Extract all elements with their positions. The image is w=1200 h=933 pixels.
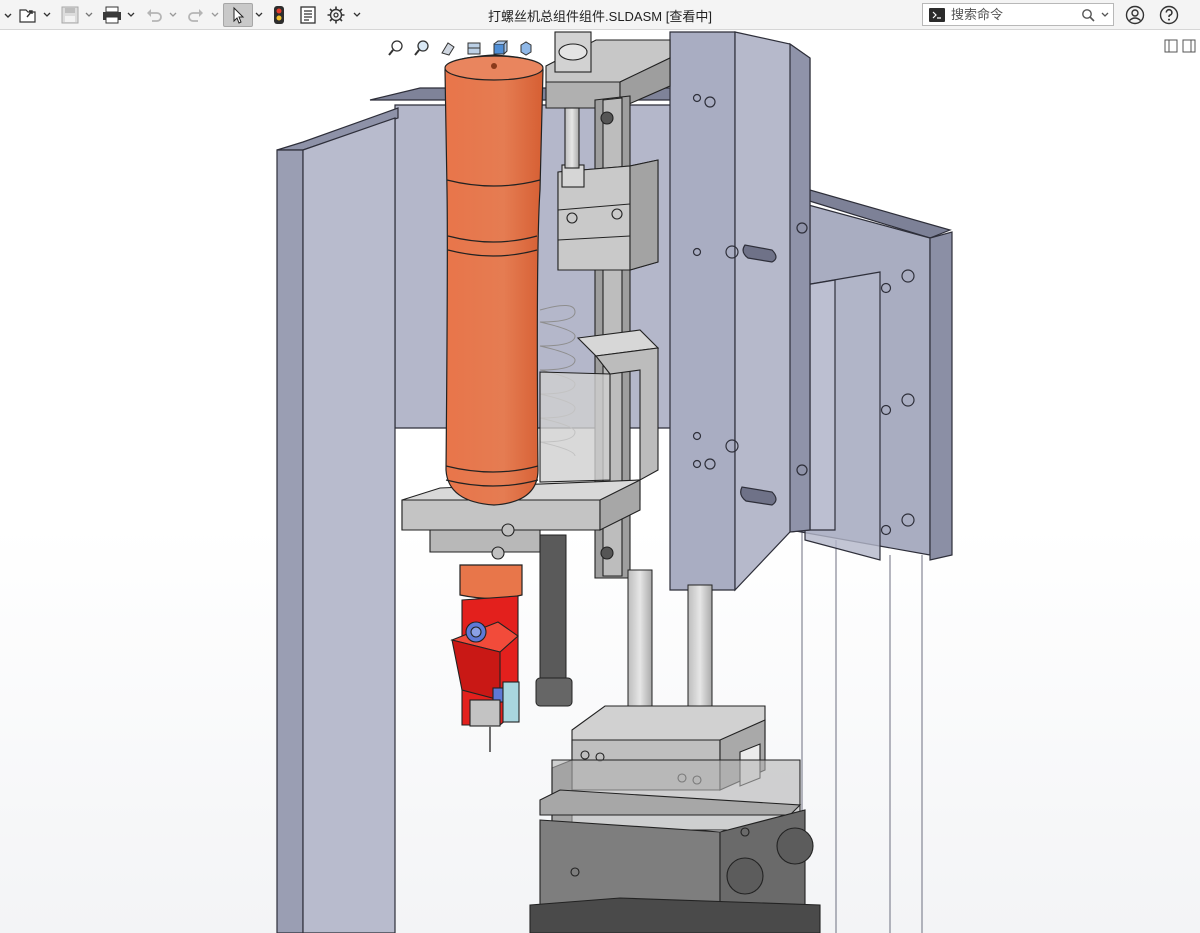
transparent-rail <box>801 530 923 933</box>
select-dropdown[interactable] <box>254 8 264 22</box>
undo-dropdown[interactable] <box>168 8 178 22</box>
chevron-down-icon <box>127 12 135 17</box>
zoom-to-area-button[interactable] <box>410 37 434 59</box>
rebuild-button[interactable] <box>268 3 290 27</box>
section-view-button[interactable] <box>462 37 486 59</box>
previous-view-button[interactable] <box>436 37 460 59</box>
traffic-light-icon <box>274 6 284 24</box>
search-input[interactable] <box>951 7 1079 22</box>
help-icon <box>1159 5 1179 25</box>
title-bar: 打螺丝机总组件组件.SLDASM [查看中] <box>0 0 1200 30</box>
search-icon[interactable] <box>1081 8 1095 22</box>
assembly-model[interactable] <box>0 31 1200 933</box>
command-prompt-icon <box>929 7 945 22</box>
print-button[interactable] <box>100 3 124 27</box>
print-icon <box>103 6 121 24</box>
save-dropdown[interactable] <box>84 8 94 22</box>
section-view-icon <box>467 42 481 55</box>
undo-button[interactable] <box>142 3 166 27</box>
file-properties-icon <box>300 6 316 24</box>
redo-button[interactable] <box>184 3 208 27</box>
chevron-down-icon <box>85 12 93 17</box>
previous-view-icon <box>441 42 455 56</box>
zoom-to-fit-icon <box>388 40 403 56</box>
frame-left-post <box>276 107 399 933</box>
open-folder-icon <box>19 9 36 23</box>
panel-toggle-button-2[interactable] <box>1182 39 1196 53</box>
window-title: 打螺丝机总组件组件.SLDASM [查看中] <box>488 9 712 24</box>
help-button[interactable] <box>1158 4 1180 26</box>
zoom-to-fit-button[interactable] <box>384 37 408 59</box>
heads-up-view-toolbar <box>384 37 538 59</box>
user-icon <box>1125 5 1145 25</box>
file-properties-button[interactable] <box>296 3 320 27</box>
display-style-icon <box>520 41 532 56</box>
command-search[interactable] <box>922 3 1114 26</box>
save-icon <box>61 6 79 24</box>
options-dropdown[interactable] <box>352 8 362 22</box>
new-document-button[interactable] <box>2 3 14 27</box>
select-button[interactable] <box>223 3 253 27</box>
panel-collapse-icon <box>1164 39 1178 53</box>
chevron-down-icon[interactable] <box>1101 11 1109 19</box>
lower-cylinder <box>529 705 821 933</box>
screw-feeder-head <box>450 595 520 752</box>
chevron-down-icon <box>211 12 219 17</box>
zoom-to-area-icon <box>414 40 429 56</box>
print-dropdown[interactable] <box>126 8 136 22</box>
redo-icon <box>188 9 203 22</box>
chevron-down-icon <box>4 13 12 18</box>
view-orientation-icon <box>493 40 509 56</box>
graphics-area[interactable] <box>0 31 1200 933</box>
panel-expand-icon <box>1182 39 1196 53</box>
display-style-button[interactable] <box>514 37 538 59</box>
options-button[interactable] <box>324 3 348 27</box>
save-button[interactable] <box>58 3 82 27</box>
gear-icon <box>327 6 345 24</box>
open-dropdown[interactable] <box>42 8 52 22</box>
cursor-icon <box>233 6 245 24</box>
right-side-plate <box>787 189 953 561</box>
open-button[interactable] <box>16 3 40 27</box>
chevron-down-icon <box>169 12 177 17</box>
view-orientation-button[interactable] <box>488 37 512 59</box>
redo-dropdown[interactable] <box>210 8 220 22</box>
undo-icon <box>147 9 162 22</box>
account-button[interactable] <box>1124 4 1146 26</box>
chevron-down-icon <box>43 12 51 17</box>
chevron-down-icon <box>255 12 263 17</box>
chevron-down-icon <box>353 12 361 17</box>
panel-toggle-button[interactable] <box>1164 39 1178 53</box>
